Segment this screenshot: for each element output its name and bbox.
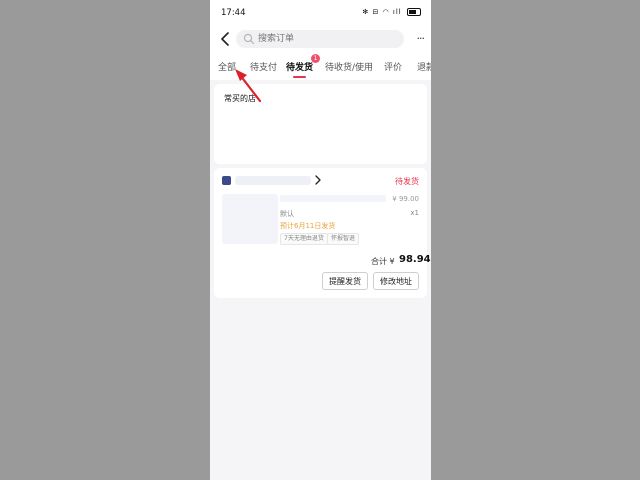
status-bar: 17:44 ✻ ⊟ ◠ ıll xyxy=(210,0,431,26)
order-status: 待发货 xyxy=(395,177,419,186)
search-icon xyxy=(243,33,255,45)
status-icons: ✻ ⊟ ◠ ıll xyxy=(362,8,421,16)
total-amount: 98.94 xyxy=(399,254,431,265)
status-time: 17:44 xyxy=(221,8,246,18)
service-tag: 怀报智退 xyxy=(327,233,360,245)
tab-review[interactable]: 评价 xyxy=(384,60,402,73)
frequent-shops-title: 常买的店 xyxy=(224,94,256,103)
shipping-estimate: 预计6月11日发货 xyxy=(280,222,336,230)
product-thumbnail[interactable] xyxy=(222,194,278,244)
shop-name-redacted[interactable] xyxy=(235,176,311,185)
order-card[interactable]: 待发货 ¥ 99.00 默认 x1 预计6月11日发货 7天无理由退货 怀报智退… xyxy=(214,168,431,298)
frequent-shops-card: 常买的店 xyxy=(214,84,427,164)
tab-badge: 1 xyxy=(311,54,320,63)
tab-pending-shipment[interactable]: 待发货 xyxy=(286,60,313,73)
tab-refund[interactable]: 退款 xyxy=(417,60,431,73)
product-variant: 默认 xyxy=(280,210,294,218)
product-quantity: x1 xyxy=(410,209,419,217)
tab-all[interactable]: 全部 xyxy=(218,60,236,73)
product-name-redacted[interactable] xyxy=(280,195,386,202)
battery-icon xyxy=(407,8,421,16)
more-options-icon[interactable]: ··· xyxy=(417,32,425,45)
tab-pending-payment[interactable]: 待支付 xyxy=(250,60,277,73)
phone-screen: 17:44 ✻ ⊟ ◠ ıll ··· 全部 待支付 待发货 1 待收货/使用 … xyxy=(210,0,431,480)
shop-logo[interactable] xyxy=(222,176,231,185)
product-price: ¥ 99.00 xyxy=(392,195,419,203)
total-label: 合计 ¥ xyxy=(371,257,395,266)
top-bar: ··· xyxy=(210,26,431,54)
search-input[interactable] xyxy=(258,30,398,48)
chevron-right-icon[interactable] xyxy=(314,175,322,185)
remind-shipment-button[interactable]: 提醒发货 xyxy=(322,272,368,290)
active-tab-indicator xyxy=(293,76,306,78)
service-tag: 7天无理由退货 xyxy=(280,233,328,245)
order-tabs: 全部 待支付 待发货 1 待收货/使用 评价 退款 xyxy=(210,54,431,80)
change-address-button[interactable]: 修改地址 xyxy=(373,272,419,290)
back-arrow-icon[interactable] xyxy=(219,32,233,46)
signal-wifi-icon: ✻ ⊟ ◠ ıll xyxy=(362,8,402,16)
search-bar[interactable] xyxy=(236,30,404,48)
tab-pending-receipt[interactable]: 待收货/使用 xyxy=(325,60,373,73)
